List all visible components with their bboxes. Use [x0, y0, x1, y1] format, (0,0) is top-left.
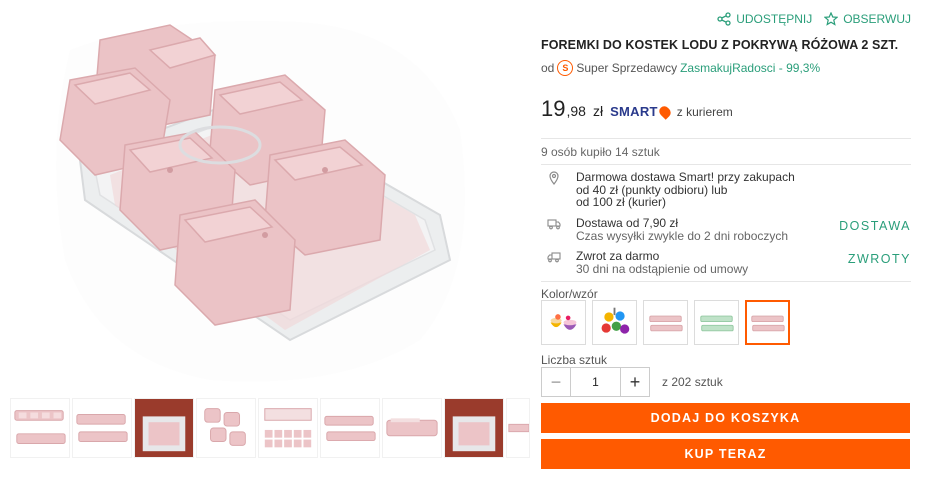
variant-swatch-2[interactable]: [592, 300, 637, 345]
thumbnail-1[interactable]: [10, 398, 70, 458]
watch-button[interactable]: OBSERWUJ: [824, 12, 911, 26]
thumbnail-2[interactable]: [72, 398, 132, 458]
thumbnail-3[interactable]: [134, 398, 194, 458]
quantity-input[interactable]: [571, 367, 620, 397]
star-icon: [824, 12, 839, 26]
returns-info: Zwrot za darmo 30 dni na odstąpienie od …: [541, 250, 911, 275]
thumbnail-8[interactable]: [444, 398, 504, 458]
buy-now-button[interactable]: KUP TERAZ: [541, 439, 910, 469]
thumbnail-strip: [10, 398, 530, 460]
smart-icon: [657, 103, 673, 120]
thumbnail-5[interactable]: [258, 398, 318, 458]
watch-label: OBSERWUJ: [843, 12, 911, 26]
returns-line2: 30 dni na odstąpienie od umowy: [576, 261, 749, 276]
thumbnail-7[interactable]: [382, 398, 442, 458]
bought-count: 9 osób kupiło 14 sztuk: [541, 145, 660, 159]
free-delivery-line1: Darmowa dostawa Smart! przy zakupach: [576, 170, 795, 184]
variant-swatch-1[interactable]: [541, 300, 586, 345]
quantity-stepper: − + z 202 sztuk: [541, 367, 723, 397]
seller-link[interactable]: ZasmakujRadosci - 99,3%: [680, 61, 820, 75]
quantity-label: Liczba sztuk: [541, 353, 608, 367]
delivery-link[interactable]: DOSTAWA: [839, 219, 911, 233]
quantity-decrease-button[interactable]: −: [541, 367, 571, 397]
smart-badge: SMART: [610, 103, 673, 120]
thumbnail-6[interactable]: [320, 398, 380, 458]
add-to-cart-button[interactable]: DODAJ DO KOSZYKA: [541, 403, 910, 433]
price-currency: zł: [592, 103, 604, 119]
delivery-method: z kurierem: [676, 105, 733, 119]
share-label: UDOSTĘPNIJ: [736, 12, 813, 26]
returns-line1: Zwrot za darmo: [576, 249, 660, 263]
free-delivery-line3: od 100 zł (kurier): [576, 195, 667, 209]
truck-icon: [547, 217, 567, 242]
smart-label: SMART: [610, 104, 658, 119]
price-decimal: ,98: [566, 103, 586, 119]
seller-info: od S Super Sprzedawcy ZasmakujRadosci - …: [541, 60, 820, 76]
divider: [541, 138, 911, 139]
delivery-info: Dostawa od 7,90 zł Czas wysyłki zwykle d…: [541, 217, 911, 242]
variant-swatch-5[interactable]: [745, 300, 790, 345]
divider: [541, 164, 911, 165]
share-button[interactable]: UDOSTĘPNIJ: [717, 12, 812, 26]
share-icon: [717, 12, 731, 26]
product-title: FOREMKI DO KOSTEK LODU Z POKRYWĄ RÓŻOWA …: [541, 38, 899, 52]
location-pin-icon: [547, 171, 567, 209]
delivery-line1: Dostawa od 7,90 zł: [576, 216, 679, 230]
variant-swatches: [541, 300, 790, 345]
returns-link[interactable]: ZWROTY: [848, 252, 911, 266]
seller-type: Super Sprzedawcy: [576, 61, 678, 75]
price-row: 19 ,98 zł SMART z kurierem: [541, 96, 733, 122]
main-product-image[interactable]: [40, 10, 480, 390]
quantity-increase-button[interactable]: +: [620, 367, 650, 397]
price-integer: 19: [541, 96, 566, 121]
variant-label: Kolor/wzór: [541, 287, 598, 301]
thumbnail-9[interactable]: [506, 398, 530, 458]
return-truck-icon: [547, 250, 567, 275]
variant-swatch-4[interactable]: [694, 300, 739, 345]
free-delivery-info: Darmowa dostawa Smart! przy zakupach od …: [541, 171, 911, 209]
seller-prefix: od: [541, 61, 555, 75]
variant-swatch-3[interactable]: [643, 300, 688, 345]
delivery-line2: Czas wysyłki zwykle do 2 dni roboczych: [576, 228, 789, 243]
quantity-available: z 202 sztuk: [662, 375, 723, 389]
super-seller-icon: S: [557, 60, 574, 76]
action-bar: UDOSTĘPNIJ OBSERWUJ: [717, 12, 911, 26]
divider: [541, 281, 911, 282]
thumbnail-4[interactable]: [196, 398, 256, 458]
product-details: UDOSTĘPNIJ OBSERWUJ FOREMKI DO KOSTEK LO…: [541, 0, 911, 483]
